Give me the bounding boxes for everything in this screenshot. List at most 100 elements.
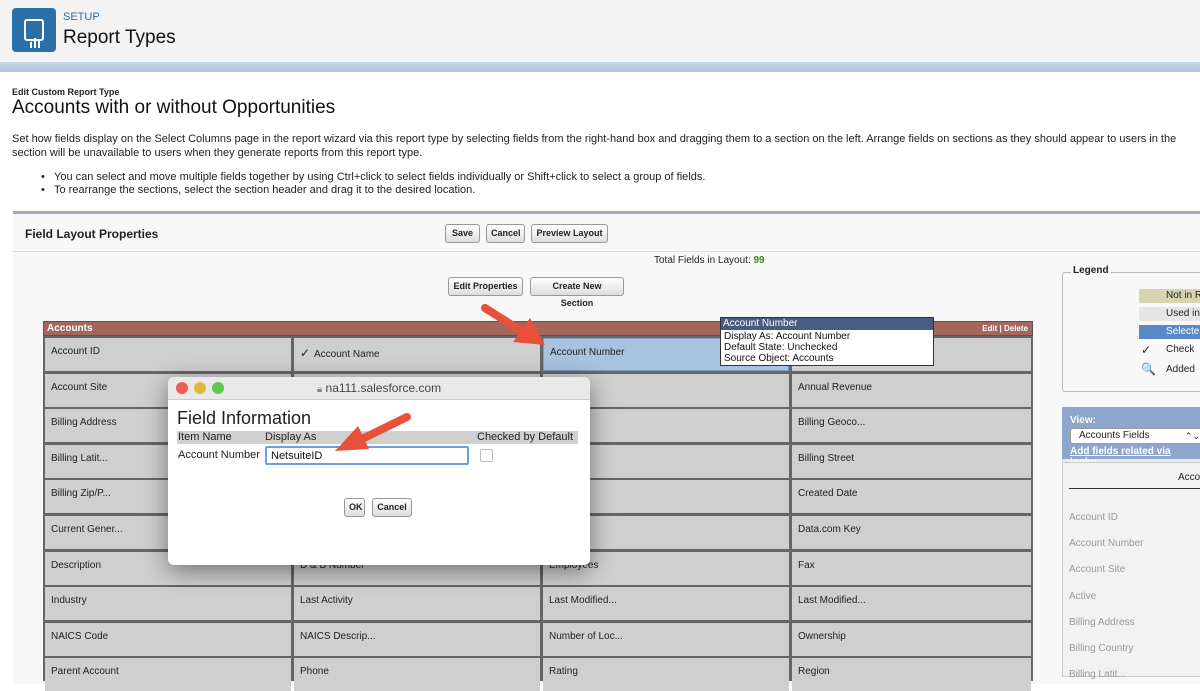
field-layout-title: Field Layout Properties	[25, 227, 159, 241]
tooltip-title: Account Number	[721, 318, 933, 330]
legend-checked: Check	[1166, 344, 1195, 355]
field-label: Industry	[51, 595, 87, 607]
legend-selected: Selecte	[1139, 325, 1200, 339]
field-label: Account Site	[51, 381, 108, 393]
field-label: Billing Geoco...	[798, 417, 866, 429]
section-field-cell[interactable]: Last Modified...	[543, 587, 789, 621]
field-label: Region	[798, 666, 830, 678]
section-field-cell[interactable]: NAICS Descrip...	[294, 622, 540, 656]
section-field-cell[interactable]: Last Activity	[294, 587, 540, 621]
view-select-value: Accounts Fields	[1079, 430, 1150, 441]
report-types-icon	[12, 8, 56, 52]
col-checked-by-default: Checked by Default	[477, 431, 573, 443]
dialog-cancel-button[interactable]: Cancel	[372, 498, 412, 517]
field-label: Account Name	[314, 349, 380, 360]
col-display-as: Display As	[265, 431, 317, 443]
field-label: Last Modified...	[549, 595, 617, 607]
section-edit-delete-links[interactable]: Edit | Delete	[982, 324, 1028, 333]
item-name-value: Account Number	[178, 449, 260, 461]
page-description: Set how fields display on the Select Col…	[12, 133, 1177, 159]
section-field-cell[interactable]: Last Modified...	[792, 587, 1031, 621]
panel-divider	[13, 251, 1200, 252]
section-field-cell[interactable]: NAICS Code	[45, 622, 291, 656]
available-field-item[interactable]: Active	[1069, 591, 1096, 602]
field-label: Annual Revenue	[798, 381, 872, 393]
legend-title: Legend	[1071, 265, 1111, 276]
field-list-header: Acco	[1178, 472, 1200, 483]
create-new-section-button[interactable]: Create New Section	[530, 277, 624, 308]
field-label: Fax	[798, 559, 815, 571]
available-field-item[interactable]: Billing Country	[1069, 643, 1133, 654]
tooltip-line: Source Object: Accounts	[724, 353, 834, 364]
field-label: Current Gener...	[51, 524, 123, 535]
field-list-divider	[1069, 488, 1200, 489]
page-title: Report Types	[63, 27, 176, 48]
legend-not-in-layout: Not in R	[1139, 289, 1200, 303]
field-label: Ownership	[798, 630, 846, 642]
col-item-name: Item Name	[178, 431, 232, 443]
field-label: Number of Loc...	[549, 630, 623, 642]
ok-button[interactable]: OK	[344, 498, 365, 517]
dialog-titlebar: 🔒︎ na111.salesforce.com	[168, 377, 590, 400]
view-select[interactable]: Accounts Fields ⌃⌄	[1070, 428, 1200, 444]
field-label: Last Modified...	[798, 595, 866, 607]
cancel-button[interactable]: Cancel	[486, 224, 525, 243]
field-label: Last Activity	[300, 595, 353, 607]
dialog-title: Field Information	[177, 408, 312, 428]
edit-properties-button[interactable]: Edit Properties	[448, 277, 523, 296]
field-label: Billing Latit...	[51, 452, 108, 464]
section-name: Accounts	[47, 323, 93, 334]
field-label: NAICS Code	[51, 630, 109, 642]
section-field-cell[interactable]: Data.com Key	[792, 516, 1031, 549]
header-wave-divider	[0, 62, 1200, 72]
instruction-bullet-2: To rearrange the sections, select the se…	[41, 184, 475, 196]
field-label: Account ID	[51, 346, 100, 357]
total-fields-label: Total Fields in Layout:	[654, 255, 751, 266]
legend-used-in-layout: Used in	[1139, 307, 1200, 321]
section-field-cell[interactable]: Billing Geoco...	[792, 409, 1031, 443]
section-field-cell[interactable]: Industry	[45, 587, 291, 621]
field-tooltip: Account Number Display As: Account Numbe…	[720, 317, 934, 366]
page-subtitle: Edit Custom Report Type	[12, 87, 120, 97]
section-field-cell[interactable]: Ownership	[792, 622, 1031, 656]
section-field-cell[interactable]: Fax	[792, 551, 1031, 585]
tooltip-line: Display As: Account Number	[724, 331, 851, 342]
section-field-cell[interactable]: Annual Revenue	[792, 373, 1031, 407]
field-label: Description	[51, 559, 102, 571]
display-as-input[interactable]	[265, 446, 469, 465]
field-information-dialog: 🔒︎ na111.salesforce.com Field Informatio…	[168, 377, 590, 565]
setup-header	[0, 0, 1200, 63]
report-type-title: Accounts with or without Opportunities	[12, 97, 336, 118]
total-fields: Total Fields in Layout: 99	[654, 255, 765, 266]
legend-added: Added	[1166, 364, 1195, 375]
select-arrows-icon: ⌃⌄	[1184, 431, 1200, 441]
total-fields-value: 99	[753, 255, 765, 266]
section-field-cell[interactable]: Account ID	[45, 338, 291, 371]
available-field-item[interactable]: Account Site	[1069, 564, 1125, 575]
section-field-cell[interactable]: Created Date	[792, 480, 1031, 514]
available-field-item[interactable]: Account ID	[1069, 512, 1118, 523]
field-label: Parent Account	[51, 666, 119, 678]
field-label: Rating	[549, 666, 578, 678]
preview-layout-button[interactable]: Preview Layout	[531, 224, 608, 243]
field-label: Billing Zip/P...	[51, 488, 111, 500]
setup-label: SETUP	[63, 11, 100, 23]
available-field-item[interactable]: Billing Address	[1069, 617, 1135, 628]
field-label: Data.com Key	[798, 524, 861, 535]
field-label: Billing Address	[51, 417, 117, 429]
field-label: Created Date	[798, 488, 858, 500]
available-field-item[interactable]: Account Number	[1069, 538, 1143, 549]
section-field-cell[interactable]: Number of Loc...	[543, 622, 789, 656]
section-field-cell[interactable]: ✓ Account Name	[294, 338, 540, 371]
section-field-cell[interactable]: Billing Street	[792, 444, 1031, 478]
dialog-url: na111.salesforce.com	[325, 381, 442, 395]
view-label: View:	[1070, 415, 1096, 426]
field-label: Account Number	[550, 347, 625, 358]
field-label: Billing Street	[798, 452, 855, 464]
instruction-bullet-1: You can select and move multiple fields …	[41, 171, 705, 183]
checkmark-icon: ✓	[300, 346, 311, 360]
checked-by-default-checkbox[interactable]	[480, 449, 493, 462]
lock-icon: 🔒︎	[316, 384, 323, 395]
save-button[interactable]: Save	[445, 224, 480, 243]
field-label: Phone	[300, 666, 329, 678]
